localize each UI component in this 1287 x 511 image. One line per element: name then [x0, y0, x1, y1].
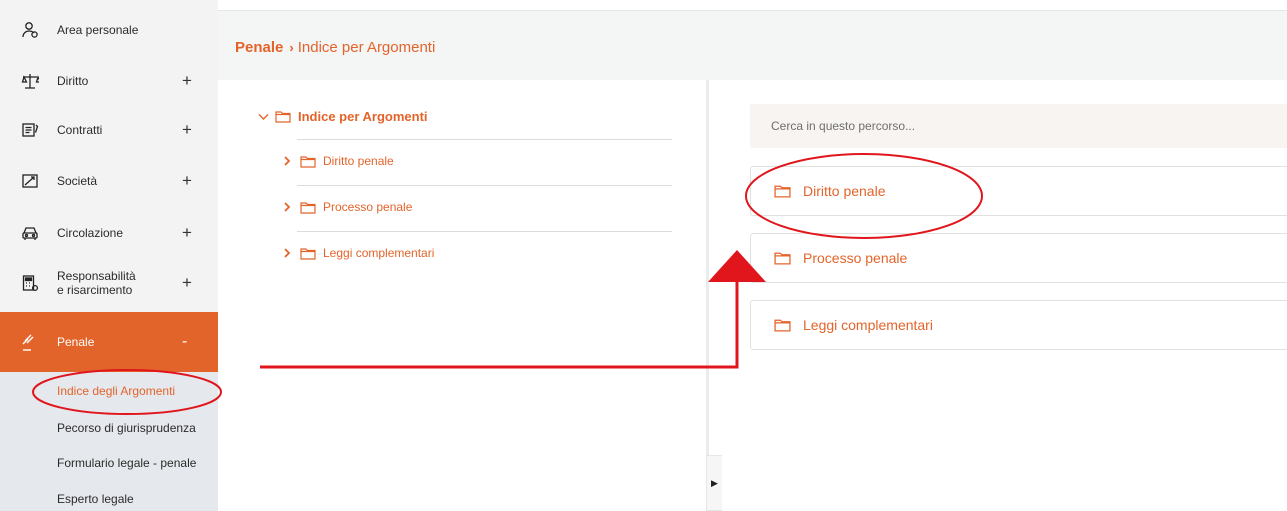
- card-label: Processo penale: [803, 250, 908, 266]
- folder-icon: [275, 111, 291, 123]
- sidebar-item-label: Penale: [57, 335, 95, 349]
- top-strip: [218, 0, 1287, 10]
- submenu-item-esperto-legale[interactable]: Esperto legale: [57, 492, 134, 506]
- breadcrumb: Penale › Indice per Argomenti: [235, 39, 435, 56]
- folder-icon: [300, 247, 316, 260]
- folder-icon: [300, 201, 316, 214]
- chevron-right-icon: [284, 202, 291, 212]
- gavel-icon: [20, 332, 40, 352]
- play-right-icon: ▶: [711, 477, 718, 488]
- sidebar-item-societa[interactable]: Società +: [0, 159, 218, 203]
- expand-icon[interactable]: +: [182, 273, 192, 293]
- sidebar-item-responsabilita[interactable]: Responsabilità e risarcimento +: [0, 261, 218, 305]
- expand-icon[interactable]: +: [182, 171, 192, 191]
- user-icon: [20, 20, 40, 40]
- sidebar-item-label: Area personale: [57, 23, 139, 37]
- sidebar-item-label: Responsabilità e risarcimento: [57, 269, 136, 297]
- sidebar-item-label: Contratti: [57, 123, 103, 137]
- card-label: Leggi complementari: [803, 317, 933, 333]
- pane-divider[interactable]: [706, 80, 709, 511]
- submenu-item-percorso-giurisprudenza[interactable]: Pecorso di giurisprudenza: [57, 421, 196, 435]
- sidebar-item-diritto[interactable]: Diritto +: [0, 59, 218, 103]
- sidebar-item-label: Diritto: [57, 74, 89, 88]
- tree-item-leggi-complementari[interactable]: Leggi complementari: [284, 246, 434, 260]
- sidebar-item-penale[interactable]: Penale -: [0, 312, 218, 372]
- submenu-item-formulario-legale[interactable]: Formulario legale - penale: [57, 456, 196, 470]
- card-processo-penale[interactable]: Processo penale: [750, 233, 1287, 283]
- chevron-right-icon: [284, 156, 291, 166]
- scales-icon: [20, 71, 40, 91]
- sidebar-item-circolazione[interactable]: Circolazione +: [0, 211, 218, 255]
- chevron-down-icon: [258, 113, 269, 120]
- tree-item-label: Leggi complementari: [323, 246, 435, 260]
- car-icon: [20, 223, 40, 243]
- expand-icon[interactable]: +: [182, 223, 192, 243]
- tree-item-processo-penale[interactable]: Processo penale: [284, 200, 412, 214]
- tree-item-label: Processo penale: [323, 200, 413, 214]
- submenu-item-indice-argomenti[interactable]: Indice degli Argomenti: [57, 384, 175, 398]
- contract-icon: [20, 120, 40, 140]
- tree-item-diritto-penale[interactable]: Diritto penale: [284, 154, 394, 168]
- sidebar: Area personale Diritto + Contratti + Soc…: [0, 0, 218, 511]
- calculator-icon: [20, 273, 40, 293]
- breadcrumb-separator: ›: [289, 40, 294, 55]
- submenu-penale: Indice degli Argomenti Pecorso di giuris…: [0, 372, 218, 511]
- divider: [297, 139, 672, 140]
- expand-icon[interactable]: +: [182, 71, 192, 91]
- card-label: Diritto penale: [803, 183, 886, 199]
- sidebar-item-label: Società: [57, 174, 98, 188]
- folder-icon: [774, 318, 791, 332]
- search-box[interactable]: [750, 104, 1287, 148]
- tree-root-label: Indice per Argomenti: [298, 109, 428, 124]
- annotation-arrow-line: [260, 282, 739, 369]
- breadcrumb-current: Indice per Argomenti: [297, 39, 436, 56]
- divider: [297, 231, 672, 232]
- header: Penale › Indice per Argomenti: [218, 10, 1287, 80]
- search-input[interactable]: [750, 119, 1287, 133]
- sidebar-item-area-personale[interactable]: Area personale: [0, 8, 218, 52]
- sidebar-item-contratti[interactable]: Contratti +: [0, 108, 218, 152]
- breadcrumb-root[interactable]: Penale: [235, 39, 283, 56]
- folder-icon: [774, 251, 791, 265]
- tree-item-label: Diritto penale: [323, 154, 394, 168]
- folder-icon: [300, 155, 316, 168]
- divider: [297, 185, 672, 186]
- folder-icon: [774, 184, 791, 198]
- card-leggi-complementari[interactable]: Leggi complementari: [750, 300, 1287, 350]
- chart-icon: [20, 171, 40, 191]
- collapse-icon[interactable]: -: [182, 333, 187, 351]
- expand-icon[interactable]: +: [182, 120, 192, 140]
- card-diritto-penale[interactable]: Diritto penale: [750, 166, 1287, 216]
- panel-toggle-button[interactable]: ▶: [706, 455, 722, 511]
- tree-root[interactable]: Indice per Argomenti: [258, 109, 428, 124]
- sidebar-item-label: Circolazione: [57, 226, 124, 240]
- chevron-right-icon: [284, 248, 291, 258]
